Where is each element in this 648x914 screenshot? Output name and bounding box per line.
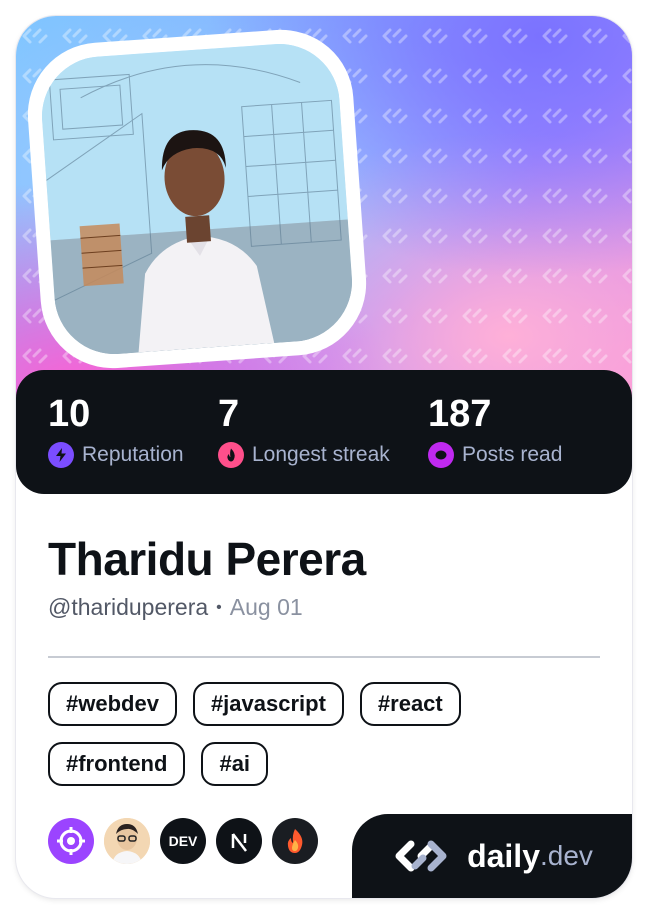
daily-dev-brand[interactable]: daily .dev [352, 814, 632, 898]
handle-row: @thariduperera • Aug 01 [48, 594, 303, 621]
posts-read-value: 187 [428, 393, 492, 435]
reputation-label: Reputation [82, 443, 184, 466]
avatar[interactable] [37, 39, 357, 359]
stat-reputation: 10 Reputation [48, 392, 184, 468]
nextjs-squad-icon[interactable] [216, 818, 262, 864]
brand-word: daily [467, 837, 540, 874]
reputation-value: 10 [48, 393, 91, 435]
reputation-bolt-icon [48, 442, 74, 468]
streak-flame-icon [218, 442, 244, 468]
tag-react[interactable]: #react [359, 682, 461, 726]
joined-date: Aug 01 [229, 594, 303, 620]
longest-streak-label: Longest streak [252, 443, 390, 466]
daily-dev-logo-icon [395, 840, 447, 872]
avatar-frame [23, 25, 371, 373]
cover-banner [16, 16, 632, 416]
tag-webdev[interactable]: #webdev [48, 682, 177, 726]
profile-name: Tharidu Perera [48, 533, 366, 585]
stat-longest-streak: 7 Longest streak [218, 392, 390, 468]
longest-streak-value: 7 [218, 393, 240, 435]
stats-bar: 10 Reputation 7 Longest streak 187 Posts… [16, 370, 632, 494]
stat-posts-read: 187 Posts read [428, 392, 562, 468]
tag-javascript[interactable]: #javascript [192, 682, 344, 726]
posts-read-label: Posts read [462, 443, 563, 466]
posts-read-icon [428, 442, 454, 468]
flame-squad-icon[interactable] [272, 818, 318, 864]
dev-squad-icon[interactable]: DEV [160, 818, 206, 864]
memoji-squad-icon[interactable] [104, 818, 150, 864]
tag-ai[interactable]: #ai [201, 742, 269, 786]
dev-squad-label: DEV [168, 833, 198, 849]
target-squad-icon[interactable] [48, 818, 94, 864]
tag-frontend[interactable]: #frontend [48, 742, 186, 786]
profile-handle[interactable]: @thariduperera [48, 594, 208, 621]
divider [48, 656, 600, 658]
profile-card: 10 Reputation 7 Longest streak 187 Posts… [16, 16, 632, 898]
tag-list: #webdev #javascript #react #frontend #ai [48, 682, 608, 786]
separator-dot: • [216, 598, 222, 616]
squad-list: DEV [48, 818, 318, 864]
brand-tld: .dev [539, 840, 593, 871]
